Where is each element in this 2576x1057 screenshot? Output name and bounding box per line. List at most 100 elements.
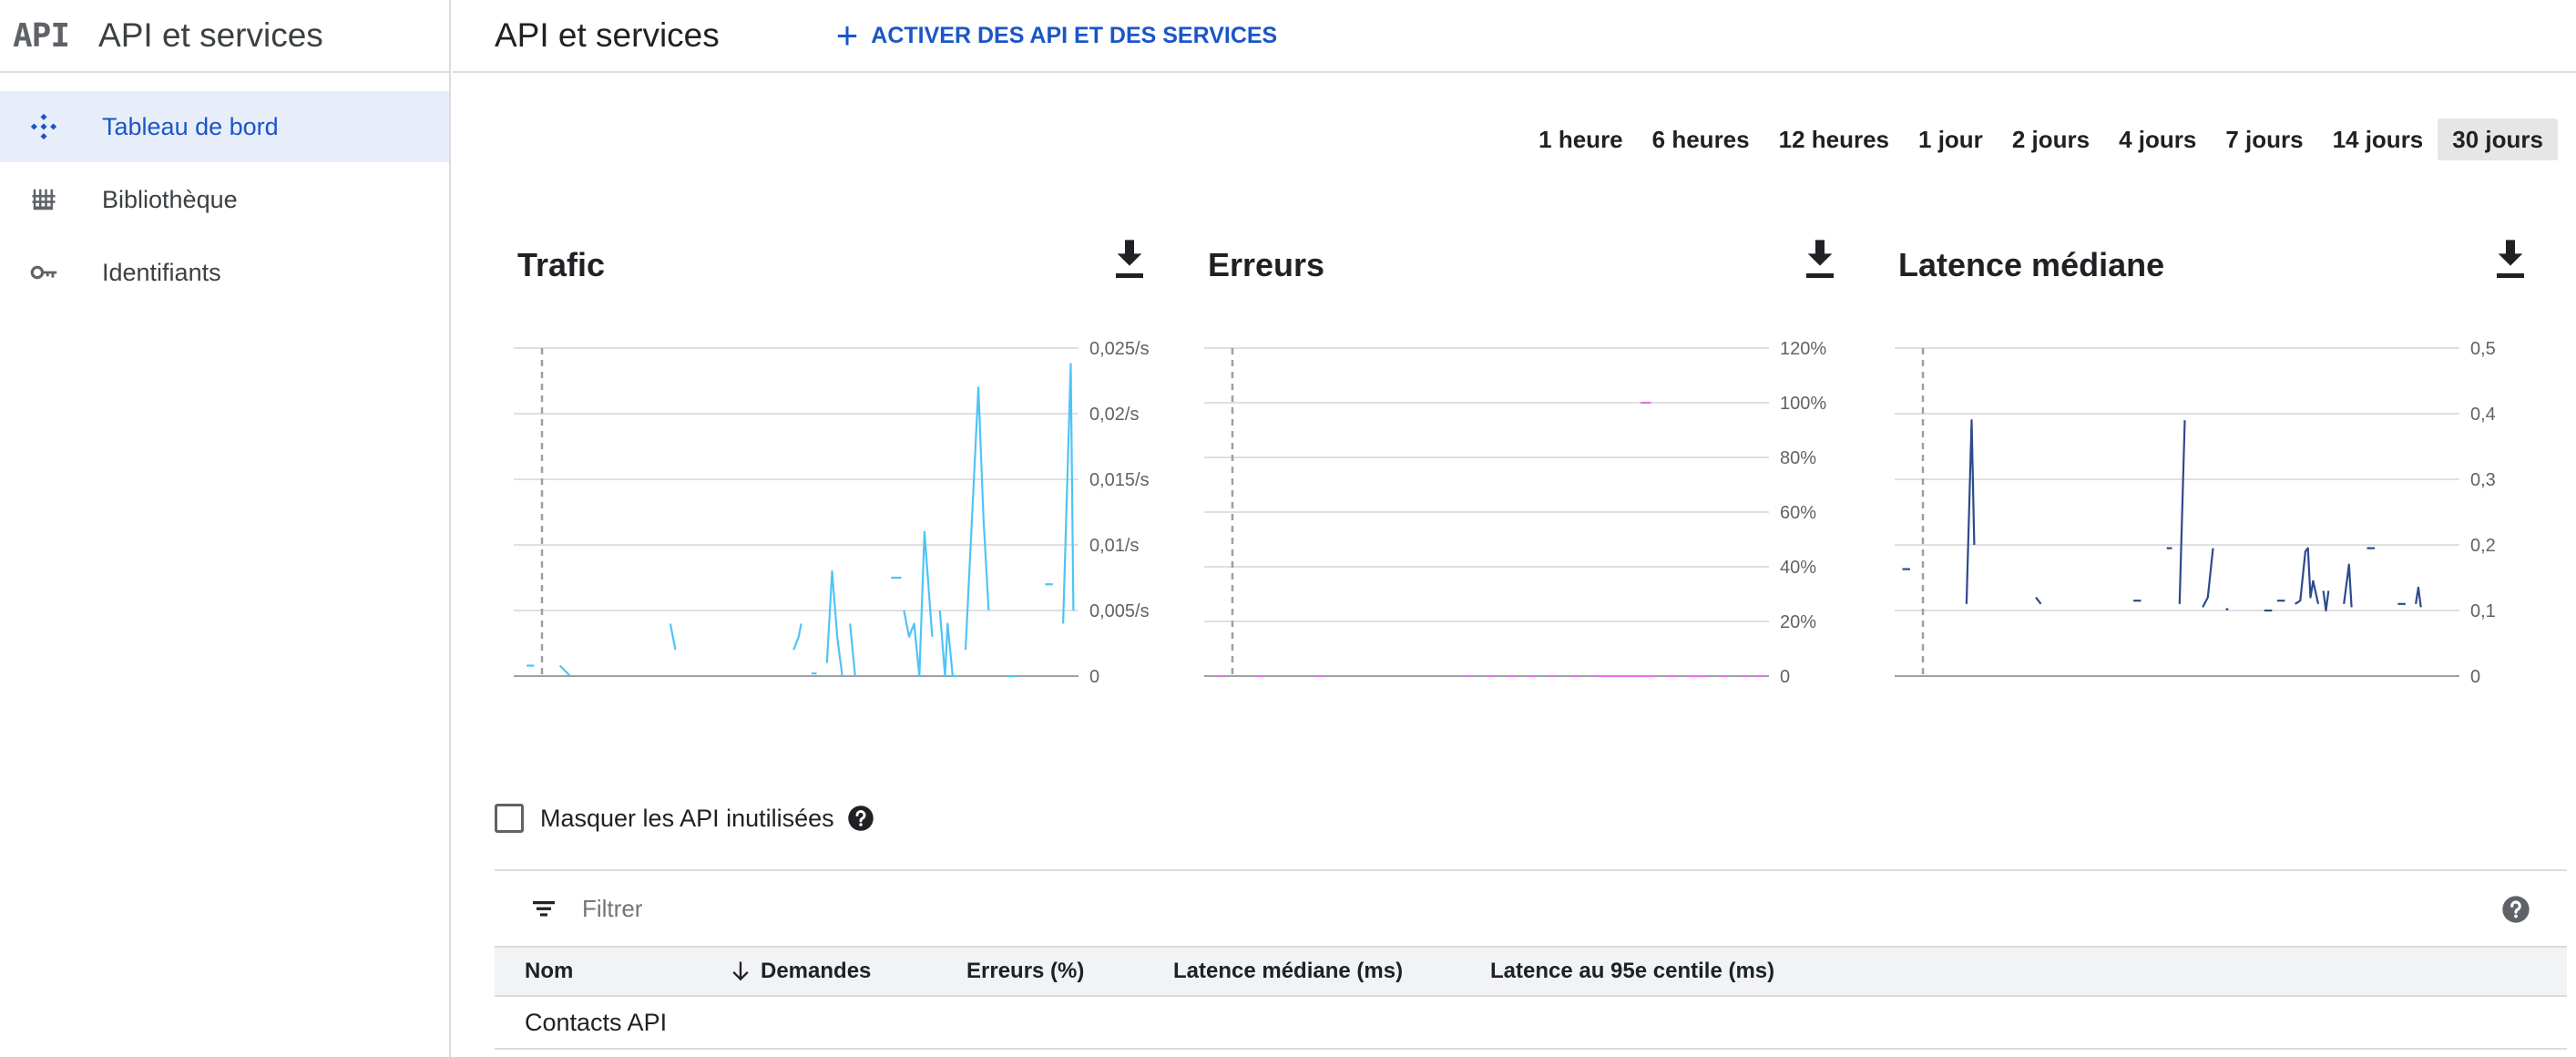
y-tick-label: 0 bbox=[2470, 667, 2480, 687]
column-header-label: Demandes bbox=[761, 959, 872, 983]
y-tick-label: 20% bbox=[1780, 612, 1816, 632]
latency-plot: 0,5 0,4 0,3 0,2 0,1 0 mai 26 juin 02 juin 09 juin… bbox=[1895, 339, 2496, 693]
y-tick-label: 0,015/s bbox=[1089, 470, 1150, 490]
series-line bbox=[903, 530, 934, 678]
hide-unused-label: Masquer les API inutilisées bbox=[540, 804, 834, 832]
y-tick-label: 80% bbox=[1780, 448, 1816, 468]
series-line bbox=[2035, 596, 2042, 605]
series-line bbox=[2415, 586, 2422, 608]
y-tick-label: 60% bbox=[1780, 503, 1816, 523]
y-tick-label: 0 bbox=[1780, 667, 1790, 687]
column-header-p95-latency[interactable]: Latence au 95e centile (ms) bbox=[1490, 959, 1774, 984]
api-name-cell[interactable]: Contacts API bbox=[525, 1009, 667, 1037]
series-line bbox=[849, 623, 856, 677]
y-tick-label: 0,025/s bbox=[1089, 339, 1150, 359]
library-icon bbox=[26, 181, 62, 218]
sidebar-item-library[interactable]: Bibliothèque bbox=[0, 164, 449, 235]
filter-input[interactable] bbox=[582, 894, 1402, 923]
column-header-name[interactable]: Nom bbox=[525, 959, 573, 984]
hide-unused-row: Masquer les API inutilisées bbox=[495, 804, 874, 833]
column-header-median-latency[interactable]: Latence médiane (ms) bbox=[1173, 959, 1403, 984]
table-header: Nom Demandes Erreurs (%) Latence médiane… bbox=[495, 946, 2567, 997]
sort-down-icon bbox=[732, 961, 749, 981]
column-header-requests[interactable]: Demandes bbox=[728, 958, 871, 985]
page-title: API et services bbox=[495, 16, 720, 54]
y-tick-label: 0,5 bbox=[2470, 339, 2496, 359]
chart-title: Trafic bbox=[517, 246, 606, 283]
series-line bbox=[2178, 420, 2186, 604]
series-line bbox=[938, 610, 958, 678]
series-line bbox=[825, 570, 843, 677]
filter-bar bbox=[495, 869, 2567, 946]
y-tick-label: 0,1 bbox=[2470, 601, 2496, 621]
x-tick-label: juin 16 bbox=[966, 692, 1021, 693]
x-tick-label: juin 02 bbox=[1400, 692, 1455, 693]
time-range-12h[interactable]: 12 heures bbox=[1764, 118, 1904, 160]
sidebar-nav: Tableau de bord Bibliothèque Identifiant… bbox=[0, 91, 449, 308]
chart-title: Erreurs bbox=[1208, 246, 1325, 283]
series-line bbox=[2322, 590, 2330, 612]
time-range-7d[interactable]: 7 jours bbox=[2211, 118, 2317, 160]
series-line bbox=[2343, 563, 2353, 608]
time-range-1d[interactable]: 1 jour bbox=[1904, 118, 1998, 160]
filter-icon[interactable] bbox=[529, 894, 558, 923]
traffic-chart: Trafic 0,025/s 0,02/s 0,015/s 0,01/s 0,005/s… bbox=[508, 237, 1164, 711]
x-tick-label: juin 02 bbox=[2090, 692, 2145, 693]
y-tick-label: 0,005/s bbox=[1089, 601, 1150, 621]
sidebar: API API et services Tableau de bord Bibl… bbox=[0, 0, 451, 1057]
download-icon[interactable] bbox=[1802, 237, 1838, 282]
download-icon[interactable] bbox=[2492, 237, 2529, 282]
column-header-errors[interactable]: Erreurs (%) bbox=[966, 959, 1084, 984]
enable-apis-button[interactable]: + ACTIVER DES API ET DES SERVICES bbox=[836, 16, 1277, 55]
x-tick-label: juin 16 bbox=[2347, 692, 2402, 693]
table-row[interactable]: Contacts API bbox=[495, 997, 2567, 1050]
y-tick-label: 40% bbox=[1780, 558, 1816, 578]
enable-apis-label: ACTIVER DES API ET DES SERVICES bbox=[871, 22, 1278, 48]
time-range-14d[interactable]: 14 jours bbox=[2318, 118, 2438, 160]
api-logo: API bbox=[13, 16, 70, 55]
traffic-plot: 0,025/s 0,02/s 0,015/s 0,01/s 0,005/s 0 mai 26… bbox=[514, 339, 1150, 693]
y-tick-label: 0,2 bbox=[2470, 536, 2496, 556]
series-line bbox=[669, 623, 677, 651]
sidebar-item-label: Identifiants bbox=[102, 258, 221, 286]
series-line bbox=[1965, 419, 1976, 604]
x-tick-label: juin 09 bbox=[1528, 692, 1583, 693]
sidebar-header: API API et services bbox=[0, 0, 449, 73]
dashboard-icon bbox=[26, 108, 62, 145]
series-line bbox=[1062, 363, 1075, 624]
chart-title: Latence médiane bbox=[1898, 246, 2165, 283]
key-icon bbox=[26, 254, 62, 291]
page-header: API et services + ACTIVER DES API ET DES… bbox=[453, 0, 2576, 73]
sidebar-item-credentials[interactable]: Identifiants bbox=[0, 237, 449, 308]
series-line bbox=[792, 623, 802, 651]
y-tick-label: 0,02/s bbox=[1089, 405, 1139, 425]
series-line bbox=[2202, 548, 2214, 608]
sidebar-item-label: Tableau de bord bbox=[102, 112, 279, 140]
sidebar-item-label: Bibliothèque bbox=[102, 185, 238, 213]
time-range-1h[interactable]: 1 heure bbox=[1524, 118, 1638, 160]
series-line bbox=[2295, 547, 2320, 605]
time-range-selector: 1 heure 6 heures 12 heures 1 jour 2 jour… bbox=[1524, 118, 2558, 160]
sidebar-title: API et services bbox=[98, 16, 323, 54]
x-tick-label: juin 09 bbox=[838, 692, 893, 693]
help-icon[interactable] bbox=[2501, 895, 2530, 924]
time-range-2d[interactable]: 2 jours bbox=[1998, 118, 2104, 160]
download-icon[interactable] bbox=[1111, 237, 1148, 282]
y-tick-label: 100% bbox=[1780, 394, 1826, 414]
time-range-30d[interactable]: 30 jours bbox=[2438, 118, 2558, 160]
y-tick-label: 0,4 bbox=[2470, 405, 2496, 425]
x-tick-label: juin 09 bbox=[2219, 692, 2274, 693]
x-tick-label: mai 26 bbox=[1272, 692, 1326, 693]
sidebar-item-dashboard[interactable]: Tableau de bord bbox=[0, 91, 449, 162]
x-tick-label: juin 16 bbox=[1657, 692, 1712, 693]
x-tick-label: mai 26 bbox=[581, 692, 636, 693]
help-icon[interactable] bbox=[847, 805, 874, 832]
errors-plot: 120% 100% 80% 60% 40% 20% 0 mai 26 juin 02 juin 0… bbox=[1204, 339, 1826, 693]
y-tick-label: 120% bbox=[1780, 339, 1826, 359]
y-tick-label: 0 bbox=[1089, 667, 1099, 687]
errors-chart: Erreurs 120% 100% 80% 60% 40% 20% 0 mai 26 juin … bbox=[1199, 237, 1855, 711]
time-range-4d[interactable]: 4 jours bbox=[2104, 118, 2211, 160]
hide-unused-checkbox[interactable] bbox=[495, 804, 524, 833]
time-range-6h[interactable]: 6 heures bbox=[1638, 118, 1764, 160]
plus-icon: + bbox=[835, 14, 859, 56]
